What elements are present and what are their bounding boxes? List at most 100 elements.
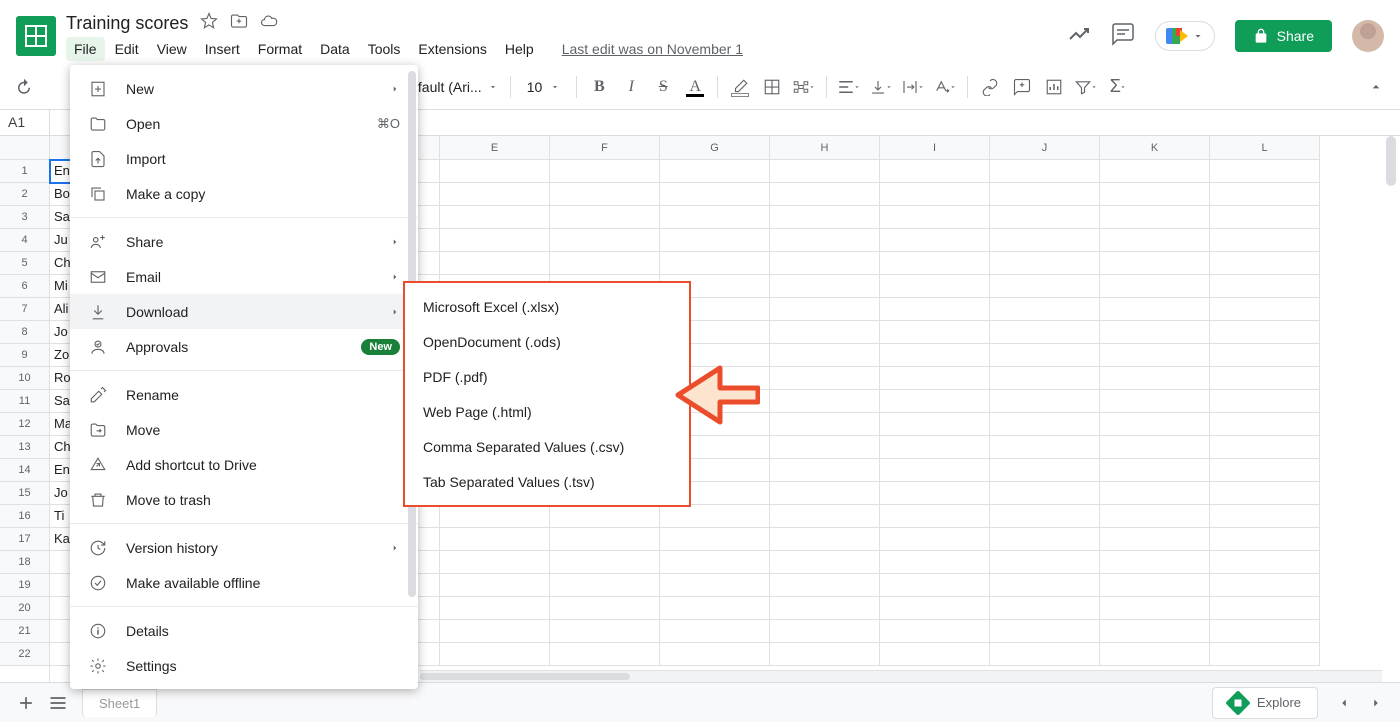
text-rotation-button[interactable] [931,73,959,101]
cell[interactable] [660,597,770,620]
undo-button[interactable] [10,73,38,101]
cell[interactable] [880,275,990,298]
cell[interactable] [770,620,880,643]
cell[interactable] [990,528,1100,551]
cell[interactable] [660,229,770,252]
menu-item-share[interactable]: Share [70,224,418,259]
cell[interactable] [550,551,660,574]
column-header[interactable]: G [660,136,770,160]
cell[interactable] [880,528,990,551]
cell[interactable] [880,321,990,344]
cell[interactable] [990,390,1100,413]
menu-view[interactable]: View [149,37,195,61]
cell[interactable] [880,183,990,206]
name-box[interactable]: A1 [0,110,50,135]
submenu-item-pdf[interactable]: PDF (.pdf) [405,359,689,394]
cell[interactable] [550,183,660,206]
cell[interactable] [880,160,990,183]
sheet-tab-1[interactable]: Sheet1 [82,689,157,717]
add-sheet-button[interactable] [10,687,42,719]
horizontal-scrollbar-thumb[interactable] [420,673,630,680]
borders-button[interactable] [758,73,786,101]
cell[interactable] [1210,597,1320,620]
cell[interactable] [990,160,1100,183]
nav-right-button[interactable] [1362,689,1390,717]
cell[interactable] [550,643,660,666]
cell[interactable] [990,275,1100,298]
vertical-scrollbar-thumb[interactable] [1386,136,1396,186]
text-wrap-button[interactable] [899,73,927,101]
vertical-align-button[interactable] [867,73,895,101]
cell[interactable] [880,390,990,413]
comments-icon[interactable] [1111,22,1135,51]
cell[interactable] [1210,551,1320,574]
cell[interactable] [1100,459,1210,482]
fill-color-button[interactable] [726,73,754,101]
row-header[interactable]: 3 [0,206,49,229]
menu-insert[interactable]: Insert [197,37,248,61]
submenu-item-xlsx[interactable]: Microsoft Excel (.xlsx) [405,289,689,324]
cell[interactable] [770,321,880,344]
cell[interactable] [770,643,880,666]
cell[interactable] [660,206,770,229]
cell[interactable] [990,620,1100,643]
menu-item-settings[interactable]: Settings [70,648,418,683]
menu-item-offline[interactable]: Make available offline [70,565,418,600]
cell[interactable] [1210,344,1320,367]
row-header[interactable]: 14 [0,459,49,482]
cell[interactable] [1100,160,1210,183]
cell[interactable] [550,620,660,643]
cell[interactable] [770,551,880,574]
cell[interactable] [1100,321,1210,344]
cell[interactable] [1100,252,1210,275]
filter-button[interactable] [1072,73,1100,101]
cell[interactable] [770,574,880,597]
horizontal-align-button[interactable] [835,73,863,101]
column-header[interactable]: L [1210,136,1320,160]
cell[interactable] [770,528,880,551]
cell[interactable] [990,436,1100,459]
menu-item-approvals[interactable]: Approvals New [70,329,418,364]
row-header[interactable]: 7 [0,298,49,321]
cell[interactable] [1100,275,1210,298]
cell[interactable] [1100,206,1210,229]
cell[interactable] [770,436,880,459]
cell[interactable] [880,505,990,528]
cell[interactable] [990,252,1100,275]
cell[interactable] [660,505,770,528]
menu-data[interactable]: Data [312,37,358,61]
menu-help[interactable]: Help [497,37,542,61]
cell[interactable] [990,505,1100,528]
cell[interactable] [660,551,770,574]
cell[interactable] [990,206,1100,229]
cell[interactable] [1210,252,1320,275]
cell[interactable] [1100,436,1210,459]
cell[interactable] [880,482,990,505]
cell[interactable] [880,344,990,367]
nav-left-button[interactable] [1330,689,1358,717]
menu-item-open[interactable]: Open ⌘O [70,106,418,141]
submenu-item-tsv[interactable]: Tab Separated Values (.tsv) [405,464,689,499]
cell[interactable] [990,551,1100,574]
cell[interactable] [1100,183,1210,206]
cell[interactable] [990,344,1100,367]
cell[interactable] [1210,528,1320,551]
cell[interactable] [440,620,550,643]
menu-item-email[interactable]: Email [70,259,418,294]
cell[interactable] [660,183,770,206]
cell[interactable] [440,183,550,206]
cell[interactable] [880,597,990,620]
row-header[interactable]: 19 [0,574,49,597]
insert-link-button[interactable] [976,73,1004,101]
row-header[interactable]: 17 [0,528,49,551]
cloud-status-icon[interactable] [260,12,278,35]
cell[interactable] [880,413,990,436]
row-header[interactable]: 5 [0,252,49,275]
row-header[interactable]: 12 [0,413,49,436]
row-header[interactable]: 16 [0,505,49,528]
cell[interactable] [990,183,1100,206]
cell[interactable] [1100,551,1210,574]
cell[interactable] [440,505,550,528]
menu-item-rename[interactable]: Rename [70,377,418,412]
cell[interactable] [770,183,880,206]
